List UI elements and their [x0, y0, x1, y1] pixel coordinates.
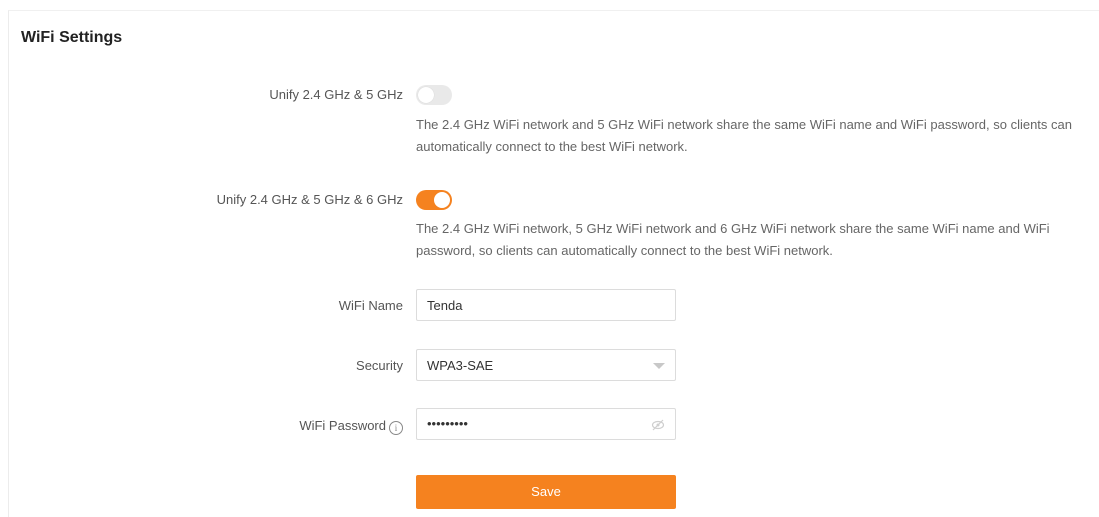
wifi-name-label: WiFi Name: [338, 298, 403, 313]
security-select[interactable]: WPA3-SAE: [416, 349, 676, 381]
eye-hidden-icon[interactable]: [651, 418, 665, 432]
panel-title: WiFi Settings: [21, 29, 123, 46]
security-selected-value: WPA3-SAE: [427, 358, 494, 373]
wifi-settings-panel: WiFi Settings: [8, 10, 1099, 517]
unify-24-5-description: The 2.4 GHz WiFi network and 5 GHz WiFi …: [416, 117, 1072, 154]
wifi-name-field[interactable]: [416, 289, 676, 321]
security-label: Security: [356, 358, 403, 373]
unify-24-5-toggle[interactable]: [416, 85, 452, 105]
wifi-password-label-row: WiFi Password i: [299, 418, 403, 435]
wifi-password-label: WiFi Password: [299, 418, 386, 433]
toggle-knob: [434, 192, 450, 208]
save-button[interactable]: Save: [416, 475, 676, 509]
info-icon[interactable]: i: [389, 421, 403, 435]
toggle-knob: [418, 87, 434, 103]
unify-24-5-6-label: Unify 2.4 GHz & 5 GHz & 6 GHz: [216, 192, 403, 207]
unify-24-5-6-toggle[interactable]: [416, 190, 452, 210]
chevron-down-icon: [653, 363, 665, 369]
wifi-name-input[interactable]: [417, 290, 675, 320]
unify-24-5-label: Unify 2.4 GHz & 5 GHz: [269, 87, 403, 102]
unify-24-5-6-description: The 2.4 GHz WiFi network, 5 GHz WiFi net…: [416, 221, 1050, 258]
wifi-password-field[interactable]: •••••••••: [416, 408, 676, 440]
wifi-password-masked-value: •••••••••: [427, 416, 468, 431]
